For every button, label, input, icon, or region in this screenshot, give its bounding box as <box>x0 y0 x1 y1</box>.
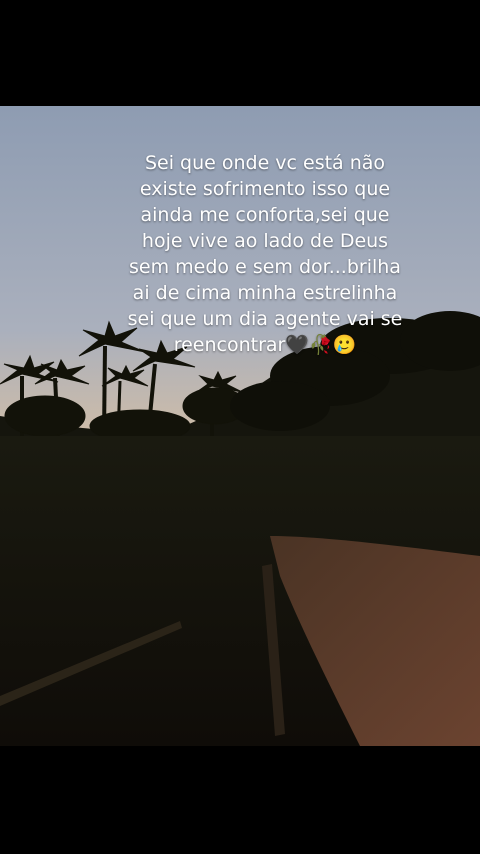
caption-line: reencontrar🖤🥀🥲 <box>173 334 357 356</box>
caption-line: hoje vive ao lado de Deus <box>141 230 389 252</box>
caption-text: Sei que onde vc está não existe sofrimen… <box>110 150 420 358</box>
caption-line: ai de cima minha estrelinha <box>132 282 398 304</box>
caption-line: sem medo e sem dor...brilha <box>129 256 401 278</box>
caption-line: ainda me conforta,sei que <box>140 204 390 226</box>
caption-line: existe sofrimento isso que <box>139 178 391 200</box>
caption-line: Sei que onde vc está não <box>144 152 386 174</box>
caption-line: sei que um dia agente vai se <box>127 308 403 330</box>
